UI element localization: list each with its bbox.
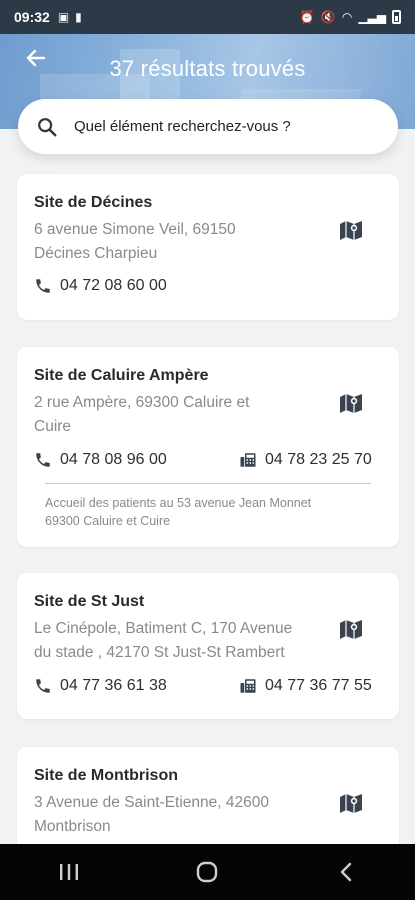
map-icon[interactable] [337, 789, 365, 817]
alarm-icon: ⏰ [299, 10, 315, 24]
site-note-line: 69300 Caluire et Cuire [45, 514, 171, 528]
search-input[interactable] [74, 118, 354, 135]
fax-link[interactable]: 04 78 23 25 70 [239, 451, 372, 469]
chevron-left-icon [340, 862, 352, 882]
site-address-line: 2 rue Ampère, 69300 Caluire et [34, 394, 250, 411]
status-icons: ⏰ 🔇 ◠ ▁▃▅ [300, 10, 401, 24]
site-address: 2 rue Ampère, 69300 Caluire et Cuire [34, 391, 304, 439]
site-title: Site de Montbrison [34, 767, 178, 784]
phone-number: 04 77 36 61 38 [60, 677, 167, 694]
home-button[interactable] [187, 852, 227, 892]
fax-icon [240, 453, 256, 467]
fax-link[interactable]: 04 77 36 77 55 [239, 677, 372, 695]
fax-number: 04 78 23 25 70 [265, 451, 372, 468]
fax-icon [240, 679, 256, 693]
search-icon [36, 116, 58, 138]
result-card[interactable]: Site de St Just Le Cinépole, Batiment C,… [17, 573, 399, 719]
phone-link[interactable]: 04 72 08 60 00 [34, 277, 167, 295]
site-note: Accueil des patients au 53 avenue Jean M… [45, 494, 385, 530]
site-address: Le Cinépole, Batiment C, 170 Avenue du s… [34, 617, 304, 665]
site-note-line: Accueil des patients au 53 avenue Jean M… [45, 496, 312, 510]
site-address-line: Montbrison [34, 818, 111, 835]
gallery-notification-icon: ▣ [57, 10, 70, 24]
map-icon[interactable] [337, 216, 365, 244]
site-address-line: du stade , 42170 St Just-St Rambert [34, 644, 285, 661]
sim-notification-icon: ▮ [75, 10, 82, 24]
site-address-line: 6 avenue Simone Veil, 69150 [34, 221, 236, 238]
site-address-line: Décines Charpieu [34, 245, 158, 262]
site-title: Site de Décines [34, 194, 153, 211]
system-nav-bar [0, 844, 415, 900]
site-title: Site de St Just [34, 593, 145, 610]
mute-icon: 🔇 [320, 10, 336, 24]
phone-link[interactable]: 04 77 36 61 38 [34, 677, 167, 695]
page-title: 37 résultats trouvés [109, 56, 306, 81]
result-card[interactable]: Site de Décines 6 avenue Simone Veil, 69… [17, 174, 399, 320]
phone-number: 04 78 08 96 00 [60, 451, 167, 468]
recent-apps-button[interactable] [49, 852, 89, 892]
search-bar[interactable] [18, 99, 398, 154]
site-title: Site de Caluire Ampère [34, 367, 209, 384]
site-address-line: Cuire [34, 418, 72, 435]
map-icon[interactable] [337, 389, 365, 417]
status-time: 09:32 [14, 9, 50, 25]
site-address-line: 3 Avenue de Saint-Etienne, 42600 [34, 794, 269, 811]
battery-icon [392, 10, 401, 24]
signal-icon: ▁▃▅ [358, 10, 386, 24]
result-card[interactable]: Site de Caluire Ampère 2 rue Ampère, 693… [17, 347, 399, 547]
phone-link[interactable]: 04 78 08 96 00 [34, 451, 167, 469]
status-bar: 09:32 ▣ ▮ ⏰ 🔇 ◠ ▁▃▅ [0, 0, 415, 34]
home-icon [197, 861, 218, 883]
site-address-line: Le Cinépole, Batiment C, 170 Avenue [34, 620, 293, 637]
phone-number: 04 72 08 60 00 [60, 277, 167, 294]
wifi-icon: ◠ [341, 10, 353, 24]
site-address: 6 avenue Simone Veil, 69150 Décines Char… [34, 218, 304, 266]
recent-apps-icon [60, 864, 79, 880]
system-back-button[interactable] [326, 852, 366, 892]
result-card[interactable]: Site de Montbrison 3 Avenue de Saint-Eti… [17, 747, 399, 857]
phone-icon [36, 453, 50, 467]
card-divider [45, 483, 371, 484]
fax-number: 04 77 36 77 55 [265, 677, 372, 694]
phone-icon [36, 679, 50, 693]
site-address: 3 Avenue de Saint-Etienne, 42600 Montbri… [34, 791, 304, 839]
phone-icon [36, 279, 50, 293]
map-icon[interactable] [337, 615, 365, 643]
